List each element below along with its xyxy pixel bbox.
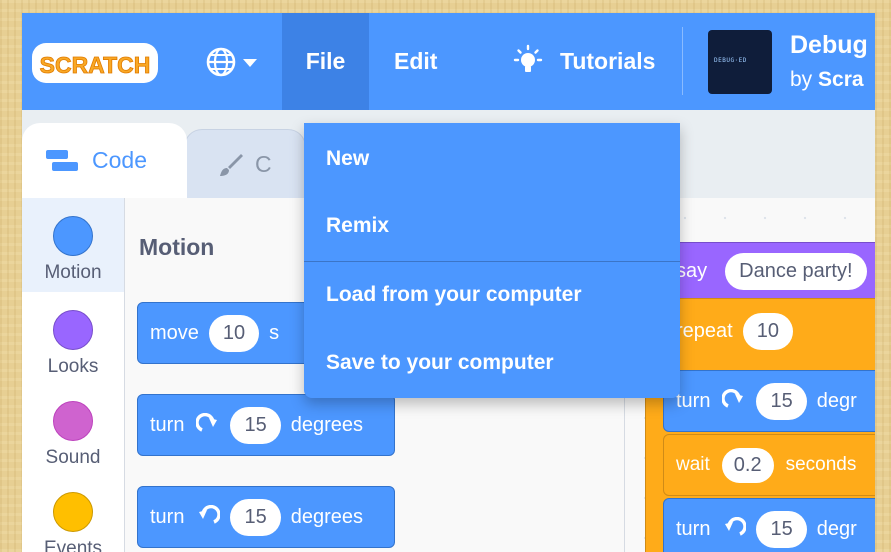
edit-menu-button[interactable]: Edit (394, 13, 437, 110)
lightbulb-icon (513, 44, 543, 72)
rotate-counterclockwise-icon (199, 505, 221, 524)
tab-costumes-label: C (255, 151, 272, 177)
block-label: degr (816, 389, 857, 412)
category-label: Looks (47, 356, 99, 377)
degrees-input[interactable]: 15 (230, 406, 281, 444)
menubar-divider (682, 27, 683, 95)
block-label: repeat (676, 320, 733, 342)
tab-code-label: Code (92, 147, 147, 173)
script-turn-right-block[interactable]: turn 15 degr (663, 370, 875, 432)
block-categories: Motion Looks Sound Events (22, 198, 125, 552)
rotate-clockwise-icon (722, 389, 744, 408)
menu-bar: SCRATCH File Edit Tutorials DEBUG·ED Deb… (22, 13, 875, 110)
wait-seconds-input[interactable]: 0.2 (721, 447, 774, 483)
menu-item-load-from-computer[interactable]: Load from your computer (326, 283, 582, 307)
block-label: turn (150, 505, 185, 528)
menu-item-remix[interactable]: Remix (326, 214, 389, 238)
turn-left-block[interactable]: turn 15 degrees (137, 486, 395, 548)
project-title[interactable]: Debug (790, 31, 868, 60)
tutorials-button[interactable]: Tutorials (510, 13, 655, 110)
block-label: degrees (290, 413, 363, 436)
degrees-input[interactable]: 15 (756, 510, 807, 548)
category-sound[interactable]: Sound (22, 401, 124, 469)
paintbrush-icon (220, 153, 243, 176)
block-label: seconds (785, 454, 857, 475)
caret-down-icon (243, 59, 257, 67)
menu-divider (304, 261, 680, 262)
block-label: turn (676, 517, 711, 540)
menu-item-new[interactable]: New (326, 147, 369, 171)
looks-category-dot (53, 310, 93, 350)
category-events[interactable]: Events (22, 492, 124, 552)
palette-section-title: Motion (139, 234, 215, 260)
rotate-clockwise-icon (196, 413, 218, 432)
scratch-logo[interactable]: SCRATCH (30, 39, 160, 87)
language-menu[interactable] (205, 46, 267, 83)
author-name[interactable]: Scra (818, 68, 864, 91)
steps-input[interactable]: 10 (208, 314, 260, 352)
tutorials-label: Tutorials (560, 48, 656, 74)
category-label: Events (43, 538, 103, 552)
edit-menu-label: Edit (394, 48, 438, 74)
block-label: wait (676, 454, 710, 475)
svg-text:SCRATCH: SCRATCH (40, 52, 151, 78)
project-author: by Scra (790, 68, 864, 92)
events-category-dot (53, 492, 93, 532)
sound-category-dot (53, 401, 93, 441)
degrees-input[interactable]: 15 (756, 382, 807, 420)
block-label: degr (816, 517, 857, 540)
block-label: turn (676, 389, 711, 412)
rotate-counterclockwise-icon (725, 517, 747, 536)
category-motion[interactable]: Motion (22, 198, 124, 292)
block-label: turn (150, 413, 185, 436)
author-prefix: by (790, 68, 819, 91)
category-label: Motion (44, 262, 102, 283)
degrees-input[interactable]: 15 (230, 498, 281, 536)
code-blocks-icon (46, 149, 78, 171)
thumbnail-text: DEBUG·ED (714, 57, 747, 64)
block-label: say (676, 259, 708, 282)
tab-code[interactable]: Code (22, 123, 187, 198)
file-menu-dropdown: New Remix Load from your computer Save t… (304, 123, 680, 398)
globe-icon (206, 47, 257, 77)
category-label: Sound (45, 447, 101, 468)
motion-category-dot (53, 216, 93, 256)
tab-costumes[interactable]: C (184, 129, 306, 199)
category-looks[interactable]: Looks (22, 310, 124, 378)
file-menu-button[interactable]: File (282, 13, 369, 110)
say-text-input[interactable]: Dance party! (725, 252, 867, 290)
file-menu-label: File (305, 48, 346, 74)
block-label: s (269, 321, 280, 344)
script-turn-left-block[interactable]: turn 15 degr (663, 498, 875, 552)
scratch-editor: SCRATCH File Edit Tutorials DEBUG·ED Deb… (22, 13, 875, 552)
block-label: move (150, 321, 199, 344)
wait-block[interactable]: wait 0.2 seconds (663, 434, 875, 496)
project-thumbnail: DEBUG·ED (708, 30, 772, 94)
turn-right-block[interactable]: turn 15 degrees (137, 394, 395, 456)
block-label: degrees (290, 505, 363, 528)
menu-item-save-to-computer[interactable]: Save to your computer (326, 351, 554, 375)
repeat-count-input[interactable]: 10 (742, 313, 793, 350)
